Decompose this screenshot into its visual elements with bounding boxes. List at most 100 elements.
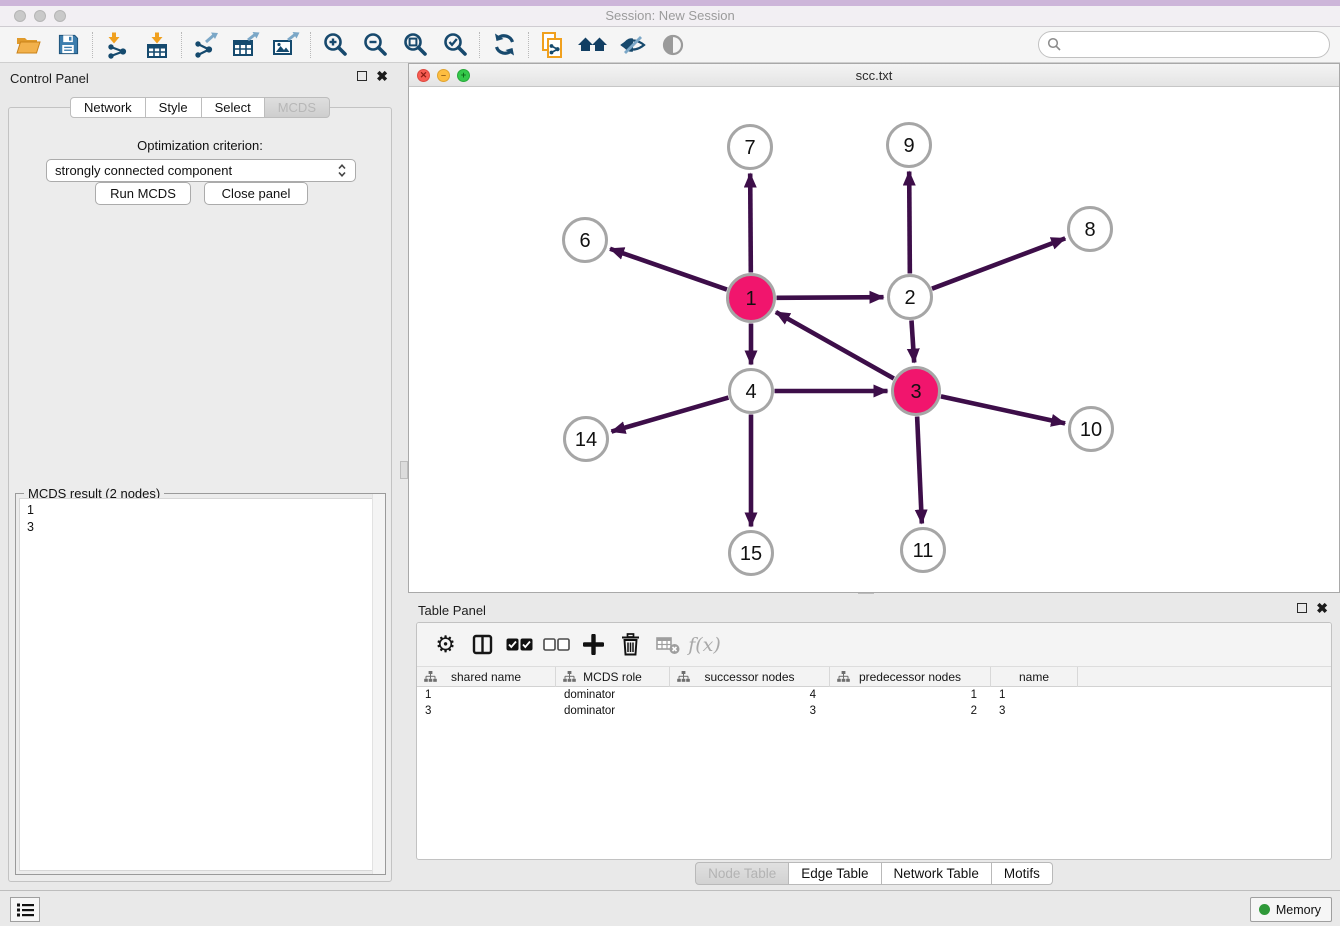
graph-node-4[interactable]: 4 xyxy=(730,370,773,413)
memory-button[interactable]: Memory xyxy=(1250,897,1332,922)
export-table-icon[interactable] xyxy=(226,29,266,61)
zoom-fit-icon[interactable] xyxy=(395,29,435,61)
graph-node-3[interactable]: 3 xyxy=(893,368,940,415)
svg-text:1: 1 xyxy=(745,288,756,310)
graph-edge-3-11[interactable] xyxy=(917,416,922,523)
svg-text:15: 15 xyxy=(740,543,762,565)
show-graphics-details-icon[interactable] xyxy=(653,29,693,61)
zoom-out-icon[interactable] xyxy=(355,29,395,61)
cell-name[interactable]: 1 xyxy=(991,687,1078,703)
network-window-title: scc.txt xyxy=(409,68,1339,83)
cell-predecessor-nodes[interactable]: 1 xyxy=(830,687,991,703)
float-table-panel-icon[interactable] xyxy=(1297,603,1307,613)
toolbar-separator xyxy=(181,32,182,58)
run-mcds-button[interactable]: Run MCDS xyxy=(95,182,191,205)
network-canvas[interactable]: 1 2 3 4 6 7 8 9 10 11 14 15 xyxy=(409,87,1339,592)
network-window-titlebar: ✕ – + scc.txt xyxy=(409,64,1339,87)
table-header-row: shared nameMCDS rolesuccessor nodesprede… xyxy=(417,667,1331,687)
mcds-result-scrollbar[interactable] xyxy=(372,494,385,874)
svg-text:14: 14 xyxy=(575,429,597,451)
cell-shared-name[interactable]: 3 xyxy=(417,703,556,719)
graph-edge-2-9[interactable] xyxy=(909,171,910,273)
graph-node-15[interactable]: 15 xyxy=(730,532,773,575)
tab-style[interactable]: Style xyxy=(146,97,202,118)
vertical-splitter-grip[interactable] xyxy=(400,461,408,479)
zoom-in-icon[interactable] xyxy=(315,29,355,61)
tab-select[interactable]: Select xyxy=(202,97,265,118)
add-row-icon[interactable] xyxy=(575,627,612,663)
open-session-icon[interactable] xyxy=(8,29,48,61)
home-icon[interactable] xyxy=(573,29,613,61)
graph-edge-2-3[interactable] xyxy=(911,320,914,362)
cell-mcds-role[interactable]: dominator xyxy=(556,703,670,719)
graph-edge-3-10[interactable] xyxy=(941,396,1065,423)
graph-edge-1-7[interactable] xyxy=(750,173,751,272)
tab-motifs[interactable]: Motifs xyxy=(992,862,1053,885)
optimization-criterion-dropdown[interactable]: strongly connected component xyxy=(46,159,356,182)
import-table-icon[interactable] xyxy=(137,29,177,61)
close-table-panel-icon[interactable]: ✖ xyxy=(1316,603,1328,613)
hide-graphics-details-icon[interactable] xyxy=(613,29,653,61)
close-panel-button[interactable]: Close panel xyxy=(204,182,308,205)
float-panel-icon[interactable] xyxy=(357,71,367,81)
search-icon xyxy=(1047,37,1062,52)
table-body: 1dominator4113dominator323 xyxy=(417,687,1331,719)
graph-edge-4-14[interactable] xyxy=(611,398,728,432)
graph-node-14[interactable]: 14 xyxy=(565,418,608,461)
refresh-layout-icon[interactable] xyxy=(484,29,524,61)
graph-edge-2-8[interactable] xyxy=(932,238,1065,288)
graph-node-11[interactable]: 11 xyxy=(902,529,945,572)
tab-mcds[interactable]: MCDS xyxy=(265,97,330,118)
tab-network[interactable]: Network xyxy=(70,97,146,118)
toolbar-separator xyxy=(479,32,480,58)
graph-node-2[interactable]: 2 xyxy=(889,276,932,319)
column-header-name[interactable]: name xyxy=(991,667,1078,687)
table-settings-icon[interactable]: ⚙ xyxy=(427,627,464,663)
cell-predecessor-nodes[interactable]: 2 xyxy=(830,703,991,719)
graph-node-8[interactable]: 8 xyxy=(1069,208,1112,251)
mcds-result-text[interactable]: 13 xyxy=(19,498,382,871)
tab-network-table[interactable]: Network Table xyxy=(882,862,992,885)
graph-edge-1-6[interactable] xyxy=(610,249,727,290)
task-history-button[interactable] xyxy=(10,897,40,922)
graph-node-1[interactable]: 1 xyxy=(728,275,775,322)
cell-mcds-role[interactable]: dominator xyxy=(556,687,670,703)
network-view-window: ✕ – + scc.txt 1 2 3 4 6 7 8 9 10 11 14 15 xyxy=(408,63,1340,593)
save-session-icon[interactable] xyxy=(48,29,88,61)
graph-edge-1-2[interactable] xyxy=(776,297,883,298)
graph-node-9[interactable]: 9 xyxy=(888,124,931,167)
graph-node-10[interactable]: 10 xyxy=(1070,408,1113,451)
zoom-selected-icon[interactable] xyxy=(435,29,475,61)
delete-row-icon[interactable] xyxy=(612,627,649,663)
graph-node-6[interactable]: 6 xyxy=(564,219,607,262)
column-header-successor-nodes[interactable]: successor nodes xyxy=(670,667,830,687)
table-row[interactable]: 1dominator411 xyxy=(417,687,1331,703)
import-network-icon[interactable] xyxy=(97,29,137,61)
deselect-all-rows-icon[interactable] xyxy=(538,627,575,663)
export-network-icon[interactable] xyxy=(186,29,226,61)
column-header-predecessor-nodes[interactable]: predecessor nodes xyxy=(830,667,991,687)
table-panel: Table Panel ✖ ⚙ xyxy=(408,595,1340,890)
cell-name[interactable]: 3 xyxy=(991,703,1078,719)
tab-edge-table[interactable]: Edge Table xyxy=(789,862,881,885)
export-image-icon[interactable] xyxy=(266,29,306,61)
table-row[interactable]: 3dominator323 xyxy=(417,703,1331,719)
select-all-rows-icon[interactable] xyxy=(501,627,538,663)
toolbar-search[interactable] xyxy=(1038,31,1330,58)
tab-node-table[interactable]: Node Table xyxy=(695,862,789,885)
svg-text:9: 9 xyxy=(903,135,914,157)
column-header-mcds-role[interactable]: MCDS role xyxy=(556,667,670,687)
columns-icon[interactable] xyxy=(464,627,501,663)
column-header-shared-name[interactable]: shared name xyxy=(417,667,556,687)
svg-text:2: 2 xyxy=(904,287,915,309)
graph-edge-3-1[interactable] xyxy=(776,312,894,378)
search-input[interactable] xyxy=(1067,35,1329,55)
share-document-icon[interactable] xyxy=(533,29,573,61)
graph-node-7[interactable]: 7 xyxy=(729,126,772,169)
status-bar: Memory xyxy=(0,890,1340,926)
cell-shared-name[interactable]: 1 xyxy=(417,687,556,703)
cell-successor-nodes[interactable]: 4 xyxy=(670,687,830,703)
cell-successor-nodes[interactable]: 3 xyxy=(670,703,830,719)
optimization-criterion-label: Optimization criterion: xyxy=(9,138,391,153)
close-panel-icon[interactable]: ✖ xyxy=(376,71,388,81)
